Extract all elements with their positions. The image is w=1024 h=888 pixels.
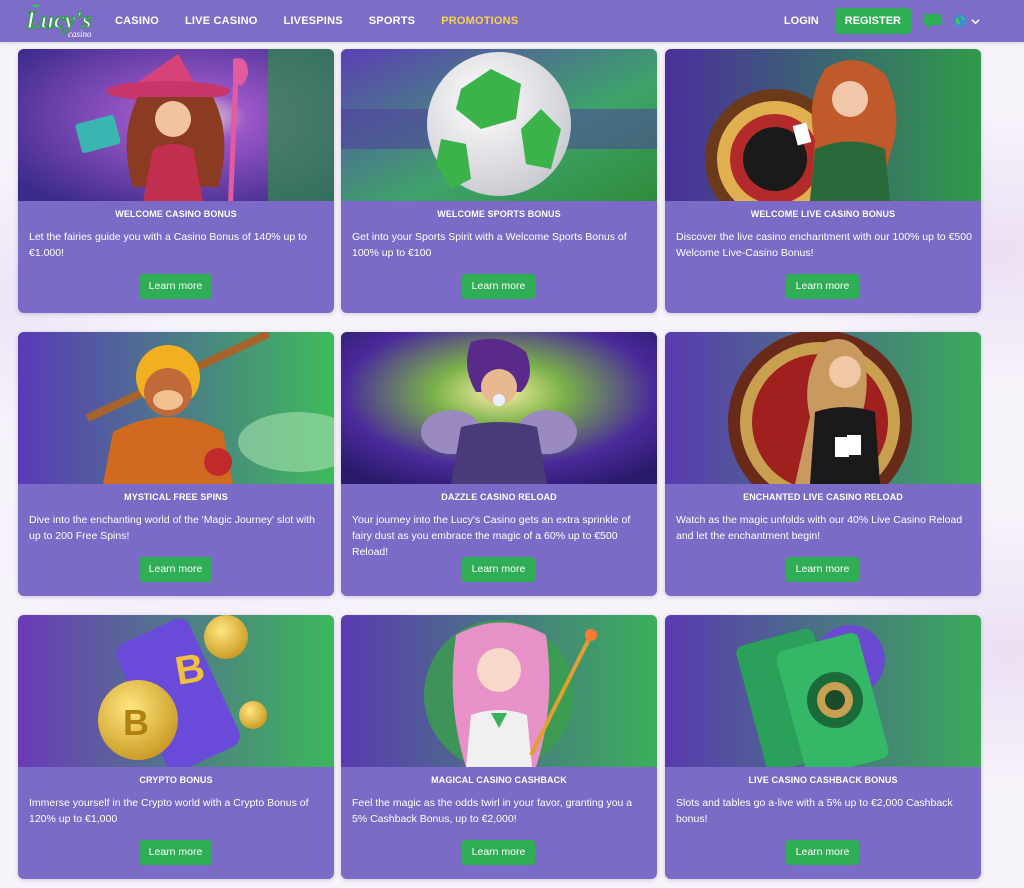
promo-card-welcome-sports: WELCOME SPORTS BONUS Get into your Sport… <box>341 49 657 313</box>
svg-text:casino: casino <box>68 29 92 39</box>
promo-title: ENCHANTED LIVE CASINO RELOAD <box>743 492 903 502</box>
promo-description: Your journey into the Lucy's Casino gets… <box>352 514 631 558</box>
learn-more-button[interactable]: Learn more <box>139 274 212 299</box>
promo-card-mystical-free-spins: MYSTICAL FREE SPINS Dive into the enchan… <box>18 332 334 596</box>
learn-more-button[interactable]: Learn more <box>786 840 859 865</box>
promo-description: Immerse yourself in the Crypto world wit… <box>29 797 309 825</box>
promo-card-welcome-live-casino: WELCOME LIVE CASINO BONUS Discover the l… <box>665 49 981 313</box>
lucys-logo: Lucy's casino <box>24 4 92 39</box>
globe-icon[interactable] <box>953 14 967 28</box>
learn-more-button[interactable]: Learn more <box>139 557 212 582</box>
promo-image-cards-roulette <box>665 615 981 767</box>
nav-live-casino[interactable]: LIVE CASINO <box>185 15 258 27</box>
login-link[interactable]: LOGIN <box>784 15 819 27</box>
learn-more-button[interactable]: Learn more <box>786 557 859 582</box>
promo-card-live-casino-cashback: LIVE CASINO CASHBACK BONUS Slots and tab… <box>665 615 981 879</box>
promo-description: Get into your Sports Spirit with a Welco… <box>352 231 627 259</box>
svg-text:B: B <box>123 702 149 743</box>
promo-card-magical-casino-cashback: MAGICAL CASINO CASHBACK Feel the magic a… <box>341 615 657 879</box>
promo-image-dealer-cards <box>665 332 981 484</box>
promo-image-monkey-king <box>18 332 334 484</box>
header-actions: LOGIN REGISTER <box>784 0 980 42</box>
main-nav: CASINO LIVE CASINO LIVESPINS SPORTS PROM… <box>115 0 544 42</box>
promotions-grid: WELCOME CASINO BONUS Let the fairies gui… <box>0 0 1024 888</box>
promo-description: Let the fairies guide you with a Casino … <box>29 231 307 259</box>
nav-livespins[interactable]: LIVESPINS <box>283 15 342 27</box>
promo-card-welcome-casino: WELCOME CASINO BONUS Let the fairies gui… <box>18 49 334 313</box>
promo-description: Slots and tables go a-live with a 5% up … <box>676 797 953 825</box>
promo-title: WELCOME LIVE CASINO BONUS <box>750 209 896 219</box>
promo-title: MYSTICAL FREE SPINS <box>124 492 228 502</box>
promo-description: Discover the live casino enchantment wit… <box>676 231 972 259</box>
promo-title: CRYPTO BONUS <box>139 775 213 785</box>
promo-description: Dive into the enchanting world of the 'M… <box>29 514 315 542</box>
promo-title: MAGICAL CASINO CASHBACK <box>431 775 567 785</box>
promo-image-roulette-dealer <box>665 49 981 201</box>
promo-title: WELCOME CASINO BONUS <box>115 209 237 219</box>
register-button[interactable]: REGISTER <box>834 8 911 34</box>
promo-image-crypto-coins: B B <box>18 615 334 767</box>
chevron-down-icon[interactable] <box>971 17 980 26</box>
promo-card-dazzle-casino-reload: DAZZLE CASINO RELOAD Your journey into t… <box>341 332 657 596</box>
top-header: Lucy's casino CASINO LIVE CASINO LIVESPI… <box>0 0 1024 42</box>
promo-image-diamond-lady <box>341 332 657 484</box>
learn-more-button[interactable]: Learn more <box>462 840 535 865</box>
nav-promotions[interactable]: PROMOTIONS <box>441 15 518 27</box>
promo-image-soccer-ball <box>341 49 657 201</box>
promo-image-fairy-witch <box>18 49 334 201</box>
learn-more-button[interactable]: Learn more <box>462 274 535 299</box>
promo-card-crypto-bonus: B B CRYPTO BONUS Immerse yourself in the… <box>18 615 334 879</box>
nav-sports[interactable]: SPORTS <box>369 15 415 27</box>
promo-description: Watch as the magic unfolds with our 40% … <box>676 514 963 542</box>
nav-casino[interactable]: CASINO <box>115 15 159 27</box>
learn-more-button[interactable]: Learn more <box>139 840 212 865</box>
promo-image-anime-girl <box>341 615 657 767</box>
learn-more-button[interactable]: Learn more <box>786 274 859 299</box>
chat-icon[interactable] <box>923 12 943 30</box>
promo-title: LIVE CASINO CASHBACK BONUS <box>748 775 898 785</box>
promo-title: DAZZLE CASINO RELOAD <box>441 492 557 502</box>
learn-more-button[interactable]: Learn more <box>462 557 535 582</box>
promo-description: Feel the magic as the odds twirl in your… <box>352 797 633 825</box>
site-logo[interactable]: Lucy's casino <box>22 2 100 40</box>
promo-card-enchanted-live-casino-reload: ENCHANTED LIVE CASINO RELOAD Watch as th… <box>665 332 981 596</box>
promo-title: WELCOME SPORTS BONUS <box>437 209 561 219</box>
